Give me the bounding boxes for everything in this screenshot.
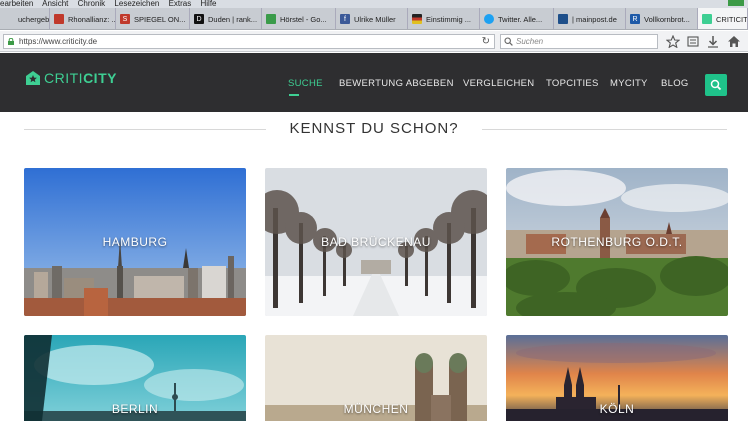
city-card-rothenburg[interactable]: ROTHENBURG O.D.T.: [506, 168, 728, 316]
bookmarks-list-icon[interactable]: [686, 35, 700, 48]
tab-label: Duden | rank...: [208, 14, 258, 24]
menu-extras[interactable]: Extras: [169, 0, 192, 8]
browser-tab[interactable]: Hörstel - Go...: [262, 8, 336, 29]
search-icon: [504, 37, 513, 46]
tab-label: Rhonallianz: ...: [68, 14, 116, 24]
site-search-button[interactable]: [705, 74, 727, 96]
navigation-toolbar: https://www.criticity.de ↻ Suchen: [0, 31, 748, 52]
duden-icon: D: [194, 14, 204, 24]
search-input[interactable]: Suchen: [500, 34, 658, 49]
mainpost-icon: [558, 14, 568, 24]
city-name: MÜNCHEN: [343, 402, 409, 416]
city-card-koeln[interactable]: KÖLN: [506, 335, 728, 421]
browser-tab[interactable]: Einstimmig ...: [408, 8, 480, 29]
spiegel-icon: S: [120, 14, 130, 24]
nav-bewertung-abgeben[interactable]: BEWERTUNG ABGEBEN: [339, 78, 454, 89]
site-header: CRITICITY SUCHE BEWERTUNG ABGEBEN VERGLE…: [0, 53, 748, 112]
maps-icon: [266, 14, 276, 24]
reload-icon[interactable]: ↻: [482, 35, 490, 48]
nav-mycity[interactable]: MYCITY: [610, 78, 648, 89]
city-name: BAD BRÜCKENAU: [321, 235, 431, 249]
city-name: KÖLN: [599, 402, 635, 416]
nav-blog[interactable]: BLOG: [661, 78, 689, 89]
nav-vergleichen[interactable]: VERGLEICHEN: [463, 78, 534, 89]
lock-icon: [8, 38, 14, 45]
tab-label: Twitter. Alle...: [498, 14, 543, 24]
browser-tab[interactable]: Twitter. Alle...: [480, 8, 554, 29]
news-icon: [54, 14, 64, 24]
section-title: KENNST DU SCHON?: [289, 120, 459, 137]
nav-topcities[interactable]: TOPCITIES: [546, 78, 599, 89]
download-icon[interactable]: [706, 35, 720, 48]
tab-label: | mainpost.de: [572, 14, 617, 24]
browser-tab[interactable]: R Vollkornbrot...: [626, 8, 698, 29]
main-nav: SUCHE BEWERTUNG ABGEBEN VERGLEICHEN TOPC…: [0, 78, 748, 92]
browser-tab[interactable]: D Duden | rank...: [190, 8, 262, 29]
tab-label: Ulrike Müller: [354, 14, 396, 24]
tab-bar: uchergebni... Rhonallianz: ... S SPIEGEL …: [0, 8, 748, 30]
search-icon: [710, 79, 722, 91]
browser-tab[interactable]: Rhonallianz: ...: [50, 8, 116, 29]
url-bar[interactable]: https://www.criticity.de ↻: [3, 34, 495, 49]
browser-tab[interactable]: f Ulrike Müller: [336, 8, 408, 29]
menu-hilfe[interactable]: Hilfe: [200, 0, 216, 8]
active-nav-indicator: [289, 94, 299, 96]
bookmark-star-icon[interactable]: [666, 35, 680, 48]
tab-label: uchergebni...: [18, 14, 50, 24]
tab-label: Vollkornbrot...: [644, 14, 690, 24]
menu-ansicht[interactable]: Ansicht: [42, 0, 68, 8]
criticity-icon: [702, 14, 712, 24]
tab-label: CRITICIT...: [716, 14, 747, 24]
tab-label: SPIEGEL ON...: [134, 14, 186, 24]
menu-chronik[interactable]: Chronik: [78, 0, 106, 8]
browser-tab[interactable]: uchergebni...: [0, 8, 50, 29]
city-card-berlin[interactable]: BERLIN: [24, 335, 246, 421]
facebook-icon: f: [340, 14, 350, 24]
generic-icon: [4, 14, 14, 24]
browser-tab[interactable]: | mainpost.de: [554, 8, 626, 29]
menu-lesezeichen[interactable]: Lesezeichen: [114, 0, 159, 8]
twitter-icon: [484, 14, 494, 24]
browser-tab-active[interactable]: CRITICIT...: [698, 8, 748, 29]
menu-bearbeiten[interactable]: earbeiten: [0, 0, 33, 8]
city-name: BERLIN: [111, 402, 159, 416]
br-icon: R: [630, 14, 640, 24]
city-card-bad-brueckenau[interactable]: BAD BRÜCKENAU: [265, 168, 487, 316]
city-name: HAMBURG: [102, 235, 168, 249]
window-control[interactable]: [728, 0, 744, 6]
tab-label: Hörstel - Go...: [280, 14, 327, 24]
city-card-muenchen[interactable]: MÜNCHEN: [265, 335, 487, 421]
nav-suche[interactable]: SUCHE: [288, 78, 323, 89]
home-icon[interactable]: [727, 35, 741, 48]
tab-label: Einstimmig ...: [426, 14, 472, 24]
url-text: https://www.criticity.de: [19, 37, 98, 46]
flag-icon: [412, 14, 422, 24]
browser-tab[interactable]: S SPIEGEL ON...: [116, 8, 190, 29]
menubar: earbeiten Ansicht Chronik Lesezeichen Ex…: [0, 0, 748, 8]
city-name: ROTHENBURG O.D.T.: [551, 235, 683, 249]
city-card-hamburg[interactable]: HAMBURG: [24, 168, 246, 316]
search-placeholder: Suchen: [516, 37, 544, 46]
